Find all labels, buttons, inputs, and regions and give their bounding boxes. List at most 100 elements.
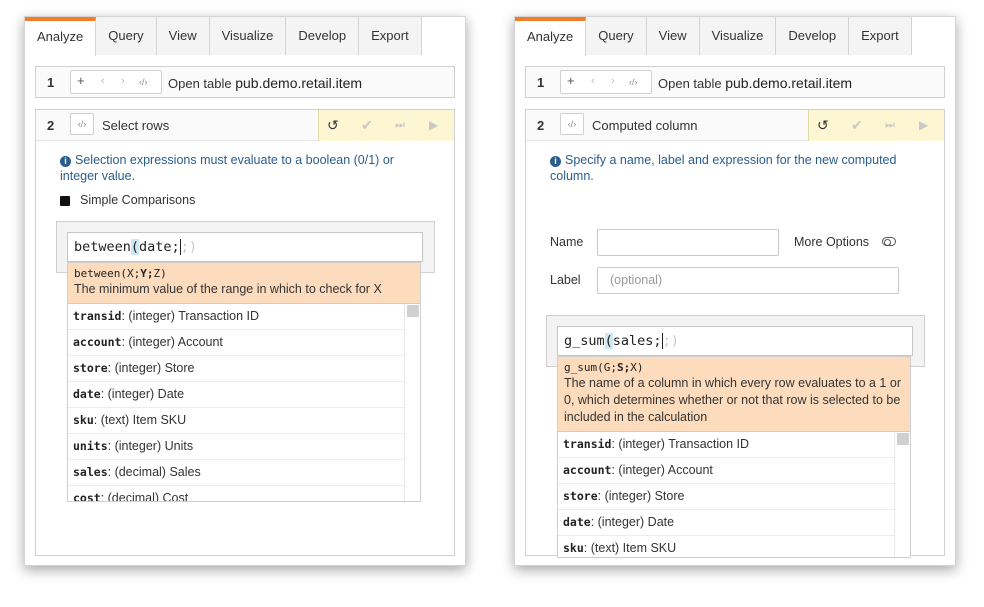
more-options-toggle[interactable]: [882, 237, 896, 246]
step-title: Computed column: [592, 118, 698, 133]
tab-view[interactable]: View: [646, 17, 700, 55]
suggestion-item[interactable]: account: (integer) Account: [68, 330, 404, 356]
check-icon[interactable]: ✔: [851, 117, 863, 134]
expr-typed: sales;: [612, 333, 663, 349]
suggestion-item[interactable]: transid: (integer) Transaction ID: [558, 432, 894, 458]
code-icon[interactable]: ‹/›: [629, 77, 638, 87]
suggestion-list: transid: (integer) Transaction ID account…: [68, 304, 420, 502]
tab-analyze[interactable]: Analyze: [515, 17, 587, 56]
suggestion-item[interactable]: store: (integer) Store: [68, 356, 404, 382]
tab-analyze[interactable]: Analyze: [25, 17, 97, 56]
step-end-icon[interactable]: ⏭: [395, 119, 405, 132]
hint-text: The name of a column in which every row …: [564, 376, 901, 424]
expr-paren: (: [604, 333, 613, 349]
suggestion-item[interactable]: cost: (decimal) Cost: [68, 486, 404, 502]
code-icon[interactable]: ‹/›: [560, 113, 584, 135]
function-hint: g_sum(G;S;X) The name of a column in whi…: [558, 357, 910, 432]
suggestion-field: account: [73, 335, 122, 349]
suggestion-desc: : (decimal) Sales: [107, 465, 201, 479]
tab-query[interactable]: Query: [586, 17, 647, 55]
suggestion-desc: : (text) Item SKU: [93, 413, 187, 427]
right-panel: Analyze Query View Visualize Develop Exp…: [514, 16, 956, 566]
suggestion-desc: : (integer) Date: [590, 515, 675, 529]
tab-visualize[interactable]: Visualize: [209, 17, 287, 55]
suggestion-field: date: [563, 515, 591, 529]
autocomplete-popup: between(X;Y;Z) The minimum value of the …: [67, 262, 421, 502]
suggestion-item[interactable]: transid: (integer) Transaction ID: [68, 304, 404, 330]
scrollbar-thumb[interactable]: [407, 305, 419, 317]
code-icon[interactable]: ‹/›: [70, 113, 94, 135]
right-arrow-icon[interactable]: ›: [121, 75, 125, 87]
scrollbar-thumb[interactable]: [897, 433, 909, 445]
expr-ghost: ;): [180, 239, 197, 255]
plus-icon[interactable]: +: [77, 73, 85, 88]
name-input[interactable]: [597, 229, 779, 256]
undo-icon[interactable]: ↺: [327, 117, 339, 134]
step-2: 2 ‹/› Select rows ↺ ✔ ⏭ ▶ i Selection exp…: [35, 109, 455, 556]
suggestion-item[interactable]: store: (integer) Store: [558, 484, 894, 510]
check-icon[interactable]: ✔: [361, 117, 373, 134]
suggestion-field: cost: [73, 491, 101, 502]
scrollbar[interactable]: [894, 432, 910, 557]
step-number: 2: [537, 118, 545, 133]
expression-input[interactable]: between(date;;): [67, 232, 423, 262]
more-options-label: More Options: [794, 235, 870, 249]
suggestion-desc: : (integer) Store: [597, 489, 685, 503]
step-text: Open table: [168, 76, 232, 91]
right-arrow-icon[interactable]: ›: [611, 75, 615, 87]
autocomplete-popup: g_sum(G;S;X) The name of a column in whi…: [557, 356, 911, 558]
suggestion-desc: : (integer) Account: [121, 335, 223, 349]
play-icon[interactable]: ▶: [429, 118, 438, 132]
suggestion-field: account: [563, 463, 612, 477]
scrollbar[interactable]: [404, 304, 420, 501]
tab-view[interactable]: View: [156, 17, 210, 55]
info-message: i Selection expressions must evaluate to …: [60, 152, 410, 184]
tab-export[interactable]: Export: [359, 17, 422, 55]
suggestion-item[interactable]: date: (integer) Date: [558, 510, 894, 536]
step-2: 2 ‹/› Computed column ↺ ✔ ⏭ ▶ i Specify a…: [525, 109, 945, 558]
suggestion-desc: : (integer) Transaction ID: [611, 437, 750, 451]
tab-query[interactable]: Query: [96, 17, 157, 55]
left-panel: Analyze Query View Visualize Develop Exp…: [24, 16, 466, 566]
suggestion-field: sku: [563, 541, 584, 555]
left-arrow-icon[interactable]: ‹: [591, 75, 595, 87]
step-title: Open table pub.demo.retail.item: [168, 75, 362, 91]
suggestion-item[interactable]: sku: (text) Item SKU: [68, 408, 404, 434]
tab-visualize[interactable]: Visualize: [699, 17, 777, 55]
suggestion-field: store: [563, 489, 598, 503]
info-icon: i: [60, 156, 71, 167]
tab-develop[interactable]: Develop: [776, 17, 850, 55]
suggestion-field: sku: [73, 413, 94, 427]
step-actions: ↺ ✔ ⏭ ▶: [808, 110, 944, 141]
info-message: i Specify a name, label and expression fo…: [550, 152, 920, 184]
suggestion-item[interactable]: sku: (text) Item SKU: [558, 536, 894, 557]
step-1: 1 + ‹ › ‹/› Open table pub.demo.retail.i…: [35, 66, 455, 98]
expression-input[interactable]: g_sum(sales;;): [557, 326, 913, 356]
step-header: 2 ‹/› Computed column ↺ ✔ ⏭ ▶: [526, 110, 944, 141]
tab-export[interactable]: Export: [849, 17, 912, 55]
step-number: 1: [47, 75, 55, 90]
tab-develop[interactable]: Develop: [286, 17, 360, 55]
tab-bar: Analyze Query View Visualize Develop Exp…: [515, 17, 912, 56]
suggestion-desc: : (integer) Store: [107, 361, 195, 375]
plus-icon[interactable]: +: [567, 73, 575, 88]
label-input[interactable]: (optional): [597, 267, 899, 294]
undo-icon[interactable]: ↺: [817, 117, 829, 134]
hint-text: The minimum value of the range in which …: [74, 282, 382, 296]
suggestion-field: store: [73, 361, 108, 375]
step-1: 1 + ‹ › ‹/› Open table pub.demo.retail.i…: [525, 66, 945, 98]
name-label: Name: [550, 235, 584, 249]
suggestion-item[interactable]: date: (integer) Date: [68, 382, 404, 408]
suggestion-item[interactable]: account: (integer) Account: [558, 458, 894, 484]
suggestion-item[interactable]: sales: (decimal) Sales: [68, 460, 404, 486]
suggestion-desc: : (integer) Units: [107, 439, 194, 453]
simple-comparisons-checkbox[interactable]: [60, 196, 70, 206]
left-arrow-icon[interactable]: ‹: [101, 75, 105, 87]
step-end-icon[interactable]: ⏭: [885, 119, 895, 132]
code-icon[interactable]: ‹/›: [139, 77, 148, 87]
play-icon[interactable]: ▶: [919, 118, 928, 132]
expr-function: g_sum: [564, 333, 605, 349]
function-hint: between(X;Y;Z) The minimum value of the …: [68, 263, 420, 304]
suggestion-item[interactable]: units: (integer) Units: [68, 434, 404, 460]
step-toolbar: + ‹ › ‹/›: [70, 70, 162, 94]
